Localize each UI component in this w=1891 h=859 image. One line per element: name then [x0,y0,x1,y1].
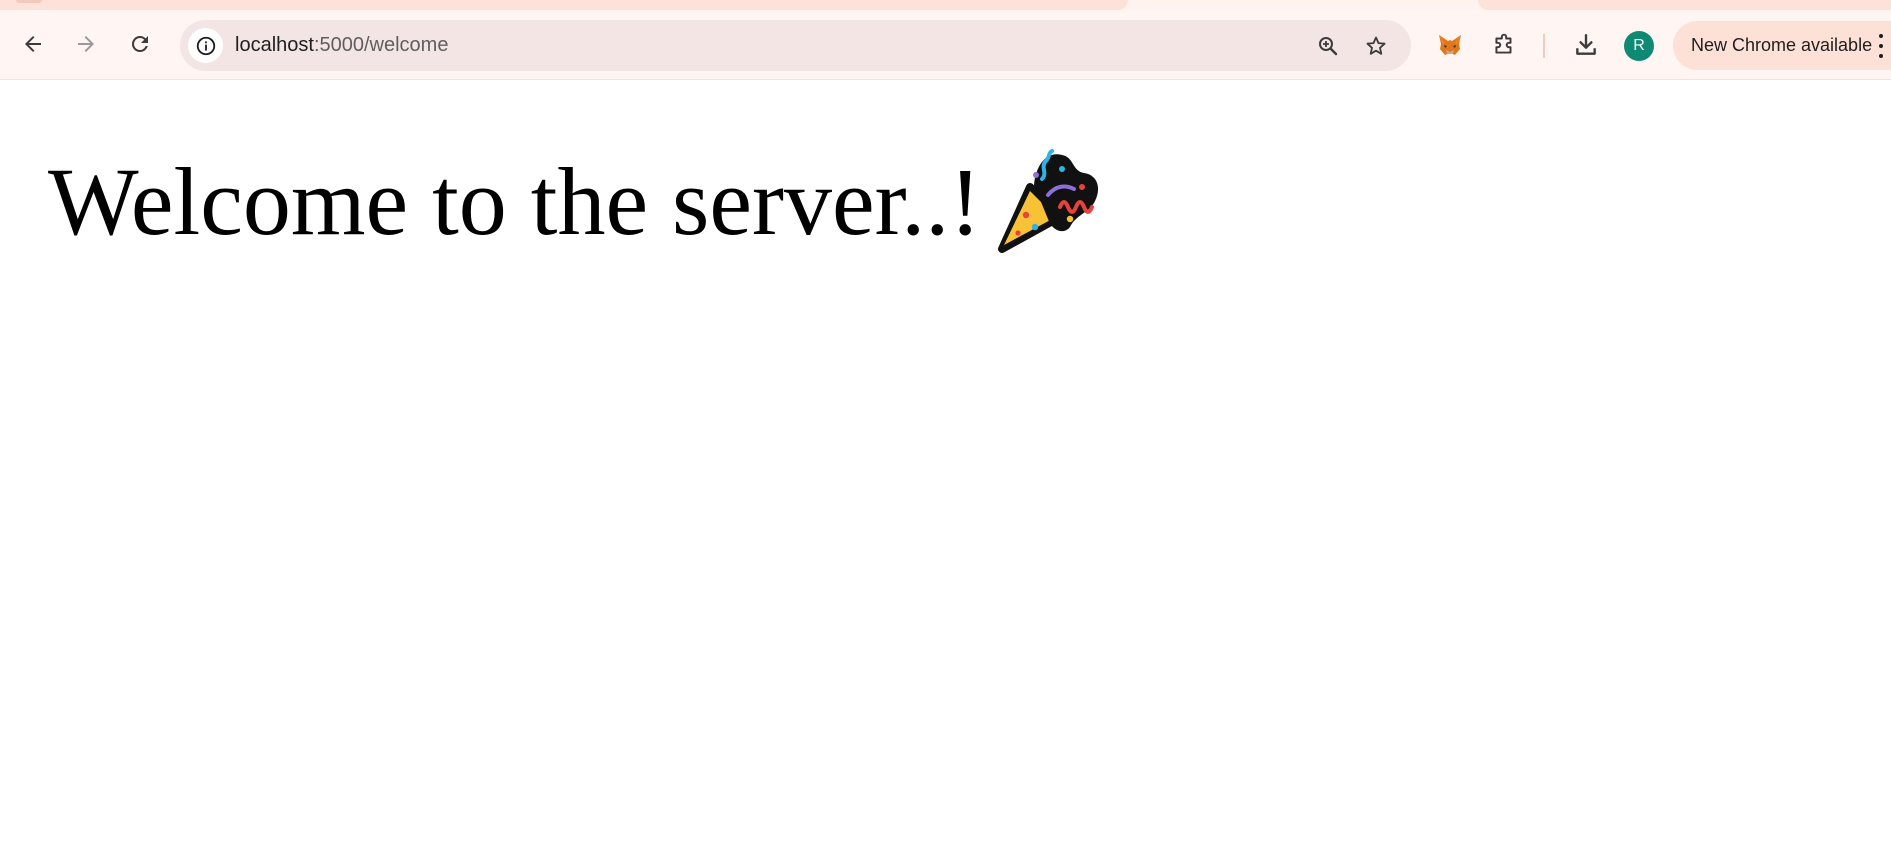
info-icon [196,36,215,55]
arrow-right-icon [78,36,94,52]
bookmark-button[interactable] [1358,28,1393,63]
reload-button[interactable] [120,24,160,64]
url-text[interactable]: localhost:5000/welcome [235,20,448,71]
party-popper-icon [998,149,1099,253]
star-icon [1366,36,1385,55]
back-button[interactable] [13,24,53,64]
zoom-button[interactable] [1310,28,1345,63]
browser-toolbar: localhost:5000/welcome R New Chrome avai… [0,10,1891,80]
fox-icon [1439,35,1461,55]
puzzle-icon [1495,33,1512,54]
downloads-button[interactable] [1568,27,1604,63]
toolbar-divider [1543,34,1545,58]
tab-strip-right[interactable] [1478,0,1891,10]
forward-button[interactable] [66,24,106,64]
more-vert-icon[interactable] [1876,34,1886,58]
address-bar[interactable]: localhost:5000/welcome [180,20,1411,71]
new-chrome-available-button[interactable]: New Chrome available [1673,21,1891,70]
tab-strip [0,0,1891,10]
extensions-button[interactable] [1486,27,1522,63]
update-label: New Chrome available [1691,35,1873,55]
tab-strip-left[interactable] [0,0,1128,10]
page-content: Welcome to the server..! [0,81,1891,859]
download-icon [1576,34,1596,55]
url-host: localhost [235,34,314,56]
profile-avatar[interactable]: R [1624,31,1654,61]
site-info-button[interactable] [188,28,223,63]
reload-icon [131,35,148,52]
arrow-left-icon [25,36,41,52]
zoom-in-icon [1318,36,1337,55]
welcome-heading: Welcome to the server..! [48,148,982,255]
url-path: :5000/welcome [313,34,449,56]
metamask-extension-button[interactable] [1432,27,1468,63]
